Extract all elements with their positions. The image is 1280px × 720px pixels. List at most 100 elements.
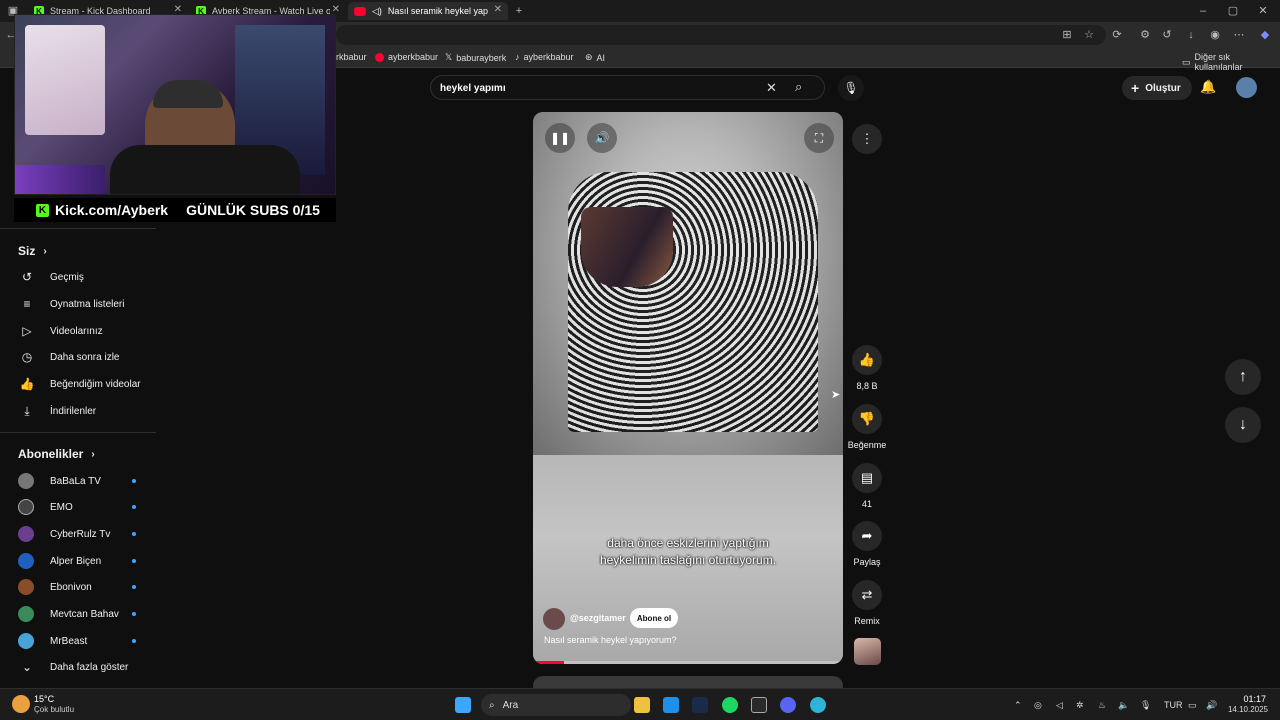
sidebar-item-liked-videos[interactable]: 👍 Beğendiğim videolar: [18, 373, 141, 395]
maximize-icon[interactable]: ▢: [1226, 4, 1240, 18]
sidebar-item-history[interactable]: ↺ Geçmiş: [18, 266, 84, 288]
tab-youtube-short[interactable]: ◁) Nasıl seramik heykel yapıyor ✕: [348, 2, 508, 20]
stream-overlay-bar: K Kick.com/Ayberk GÜNLÜK SUBS 0/15: [14, 198, 336, 222]
subscription-item[interactable]: BaBaLa TV: [18, 470, 136, 492]
bookmark-item[interactable]: rkbabur: [336, 52, 367, 62]
create-label: Oluştur: [1145, 82, 1181, 94]
sidebar-subscriptions-heading[interactable]: Abonelikler ›: [18, 447, 95, 461]
create-button[interactable]: + Oluştur: [1122, 76, 1192, 100]
progress-bar[interactable]: [533, 661, 843, 664]
refresh-icon[interactable]: ⟳: [1110, 28, 1124, 42]
remix-icon[interactable]: ⇄: [852, 580, 882, 610]
spotify-icon[interactable]: [722, 697, 738, 713]
minimize-icon[interactable]: –: [1196, 4, 1210, 18]
volume-button[interactable]: 🔊: [587, 123, 617, 153]
shorts-video-player[interactable]: ❚❚ 🔊 ⛶ daha önce eskizlerini yaptığım he…: [533, 112, 843, 664]
comment-icon[interactable]: ▤: [852, 463, 882, 493]
volume-icon[interactable]: 🔊: [1206, 700, 1217, 711]
store-icon[interactable]: [663, 697, 679, 713]
dislike-action[interactable]: 👎 Beğenme: [847, 404, 887, 450]
edge-browser-icon[interactable]: [810, 697, 826, 713]
subscription-item[interactable]: CyberRulz Tv: [18, 523, 136, 545]
bookmark-item[interactable]: 𝕏 baburayberk: [445, 52, 506, 63]
close-tab-icon[interactable]: ✕: [494, 4, 502, 15]
new-tab-icon[interactable]: +: [512, 4, 526, 18]
previous-short-button[interactable]: ↑: [1225, 359, 1261, 395]
downloads-toolbar-icon[interactable]: ↓: [1184, 28, 1198, 42]
tray-steam-icon[interactable]: ♨: [1098, 700, 1106, 711]
tray-app-icon[interactable]: ◁: [1056, 700, 1063, 711]
share-action[interactable]: ➦ Paylaş: [847, 521, 887, 567]
you-heading-label: Siz: [18, 244, 36, 258]
thumbs-up-icon[interactable]: 👍: [852, 345, 882, 375]
favorite-star-icon[interactable]: ☆: [1082, 28, 1096, 42]
account-avatar[interactable]: [1236, 77, 1257, 98]
tray-overflow-icon[interactable]: ⌃: [1014, 700, 1022, 711]
ai-logo-icon: ⊛: [585, 52, 593, 62]
tray-mic-icon[interactable]: 🎙: [1140, 700, 1151, 711]
thumbs-down-icon[interactable]: 👎: [852, 404, 882, 434]
show-more-button[interactable]: ⌄ Daha fazla göster: [18, 656, 128, 678]
like-action[interactable]: 👍 8,8 B: [847, 345, 887, 391]
comments-action[interactable]: ▤ 41: [847, 463, 887, 509]
more-options-button[interactable]: ⋮: [852, 124, 882, 154]
short-title[interactable]: Nasıl seramik heykel yapıyorum?: [544, 635, 677, 645]
subscription-item[interactable]: Mevtcan Bahav: [18, 603, 136, 625]
subscribe-button[interactable]: Abone ol: [630, 608, 678, 628]
sound-thumbnail[interactable]: [854, 638, 881, 665]
clear-search-icon[interactable]: ✕: [766, 80, 777, 96]
sidebar-you-heading[interactable]: Siz ›: [18, 244, 47, 258]
subscription-item[interactable]: Alper Biçen: [18, 550, 136, 572]
channel-avatar[interactable]: [543, 608, 565, 630]
search-icon[interactable]: ⌕: [795, 79, 802, 95]
obs-icon[interactable]: [751, 697, 767, 713]
next-short-button[interactable]: ↓: [1225, 407, 1261, 443]
sidebar-item-your-videos[interactable]: ▷ Videolarınız: [18, 320, 102, 342]
weather-icon[interactable]: [12, 695, 30, 713]
sidebar-item-playlists[interactable]: ≡ Oynatma listeleri: [18, 293, 124, 315]
clock-time[interactable]: 01:17: [1230, 694, 1266, 704]
channel-handle[interactable]: @sezgitamer: [570, 613, 626, 623]
sidebar-item-downloads[interactable]: ⤓ İndirilenler: [18, 400, 96, 422]
subscription-item[interactable]: Ebonivon: [18, 576, 136, 598]
search-input[interactable]: [440, 81, 760, 95]
windows-start-icon[interactable]: [455, 697, 471, 713]
input-language[interactable]: TUR: [1164, 700, 1183, 710]
bookmark-item[interactable]: ⊛ AI: [585, 52, 605, 63]
file-explorer-icon[interactable]: [634, 697, 650, 713]
other-bookmarks[interactable]: ▭ Diğer sık kullanılanlar: [1182, 52, 1280, 72]
share-icon[interactable]: ➦: [852, 521, 882, 551]
subscription-item[interactable]: EMO: [18, 496, 136, 518]
close-window-icon[interactable]: ✕: [1256, 4, 1270, 18]
notifications-bell-icon[interactable]: 🔔: [1200, 79, 1216, 95]
remix-action[interactable]: ⇄ Remix: [847, 580, 887, 626]
bookmark-item[interactable]: ♪ ayberkbabur: [515, 52, 574, 62]
plus-icon: +: [1131, 80, 1140, 96]
tray-volume-icon[interactable]: 🔈: [1118, 700, 1129, 711]
extensions-icon[interactable]: ⚙: [1138, 28, 1152, 42]
fullscreen-button[interactable]: ⛶: [804, 123, 834, 153]
new-content-dot: [132, 559, 136, 563]
steam-icon[interactable]: [692, 697, 708, 713]
channel-name: CyberRulz Tv: [50, 528, 111, 540]
taskbar-search[interactable]: ⌕ Ara: [481, 694, 631, 716]
sidebar-item-label: Beğendiğim videolar: [50, 378, 141, 390]
more-menu-icon[interactable]: ⋯: [1232, 28, 1246, 42]
tray-app-icon[interactable]: ✲: [1076, 700, 1084, 711]
voice-search-button[interactable]: 🎙: [838, 75, 864, 101]
profile-toolbar-icon[interactable]: ◉: [1208, 28, 1222, 42]
discord-icon[interactable]: [780, 697, 796, 713]
split-screen-icon[interactable]: ⊞: [1060, 28, 1074, 42]
channel-name: Mevtcan Bahav: [50, 608, 119, 620]
next-short-preview[interactable]: [533, 676, 843, 688]
copilot-icon[interactable]: ◆: [1258, 28, 1272, 42]
sidebar-item-watch-later[interactable]: ◷ Daha sonra izle: [18, 346, 120, 368]
clock-date[interactable]: 14.10.2025: [1220, 705, 1268, 714]
history-toolbar-icon[interactable]: ↺: [1160, 28, 1174, 42]
address-field[interactable]: [336, 25, 1106, 45]
pause-button[interactable]: ❚❚: [545, 123, 575, 153]
subscription-item[interactable]: MrBeast: [18, 630, 136, 652]
network-icon[interactable]: ▭: [1188, 700, 1197, 711]
bookmark-item[interactable]: ayberkbabur: [375, 52, 438, 62]
tray-app-icon[interactable]: ◎: [1034, 700, 1042, 711]
